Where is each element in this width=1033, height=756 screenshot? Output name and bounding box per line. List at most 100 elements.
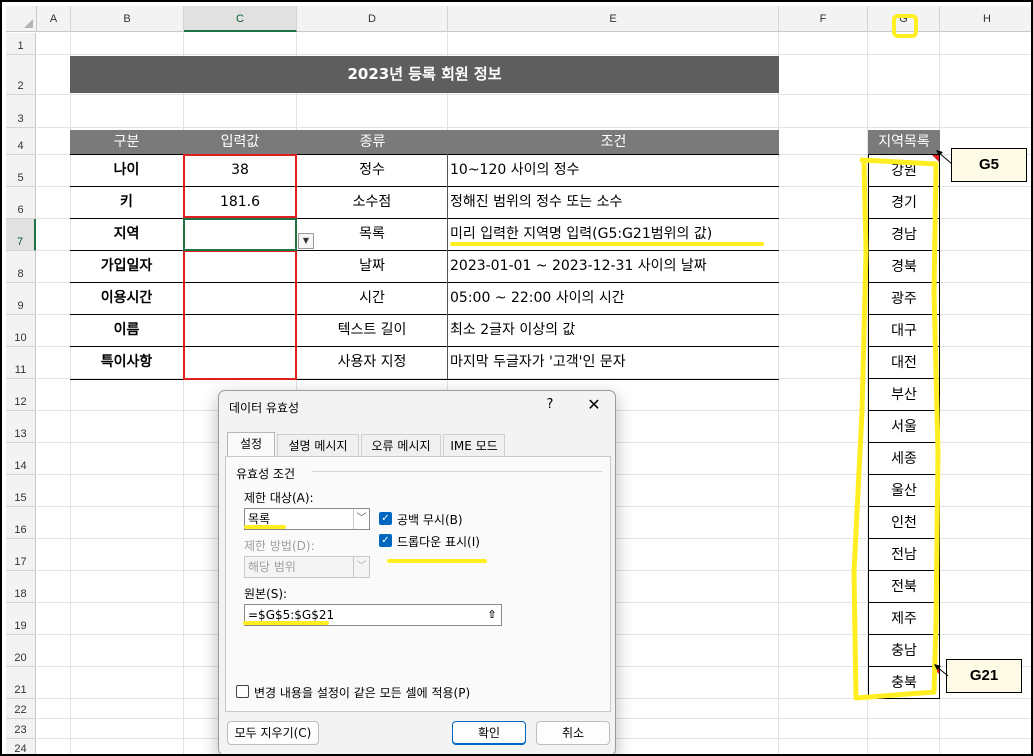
- select-all-corner[interactable]: [6, 6, 37, 32]
- sheet-title: 2023년 등록 회원 정보: [70, 56, 779, 93]
- type-cell: 날짜: [359, 258, 385, 274]
- cancel-button[interactable]: 취소: [536, 721, 610, 745]
- collapse-dialog-button[interactable]: ⇧: [482, 605, 502, 625]
- row-header[interactable]: 21: [6, 667, 36, 699]
- tab-error-message[interactable]: 오류 메시지: [361, 434, 441, 456]
- row-header[interactable]: 8: [6, 251, 36, 283]
- row-header[interactable]: 10: [6, 315, 36, 347]
- row-header[interactable]: 18: [6, 571, 36, 603]
- chevron-down-icon[interactable]: ﹀: [353, 509, 369, 529]
- source-value: =$G$5:$G$21: [248, 608, 335, 622]
- column-header-d[interactable]: D: [297, 6, 448, 32]
- header-condition: 조건: [448, 130, 779, 154]
- highlight-mark: [450, 242, 764, 246]
- row-header[interactable]: 24: [6, 739, 36, 754]
- row-header[interactable]: 22: [6, 699, 36, 719]
- condition-cell: 2023-01-01 ~ 2023-12-31 사이의 날짜: [450, 258, 707, 274]
- callout-pointer: [934, 664, 949, 677]
- header-input: 입력값: [183, 130, 297, 154]
- row-header[interactable]: 12: [6, 379, 36, 411]
- type-cell: 목록: [359, 226, 385, 242]
- highlight-scribble: [851, 157, 941, 701]
- callout-g5: G5: [951, 148, 1027, 182]
- ignore-blank-checkbox[interactable]: ✓: [379, 512, 392, 525]
- clear-all-button[interactable]: 모두 지우기(C): [227, 721, 319, 745]
- row-header[interactable]: 17: [6, 539, 36, 571]
- row-header[interactable]: 13: [6, 411, 36, 443]
- header-category: 구분: [70, 130, 183, 154]
- row-header[interactable]: 20: [6, 635, 36, 667]
- ignore-blank-label: 공백 무시(B): [397, 513, 463, 527]
- highlight-mark: [892, 14, 918, 38]
- condition-cell: 05:00 ~ 22:00 사이의 시간: [450, 290, 625, 306]
- apply-all-checkbox[interactable]: [236, 685, 249, 698]
- dialog-title: 데이터 유효성: [229, 401, 300, 415]
- row-header[interactable]: 1: [6, 33, 36, 55]
- red-box-upper: [183, 154, 297, 218]
- red-box-lower: [183, 250, 297, 380]
- condition-cell: 정해진 범위의 정수 또는 소수: [450, 194, 623, 210]
- highlight-mark: [387, 559, 487, 563]
- column-header-b[interactable]: B: [71, 6, 184, 32]
- row-header[interactable]: 2: [6, 55, 36, 95]
- dropdown-checkbox[interactable]: ✓: [379, 534, 392, 547]
- header-type: 종류: [297, 130, 448, 154]
- source-label: 원본(S):: [244, 587, 288, 601]
- row-label: 나이: [113, 162, 140, 178]
- cell-dropdown-button[interactable]: ▼: [298, 233, 314, 249]
- settings-panel: 유효성 조건 제한 대상(A): 목록 ﹀ ✓ 공백 무시(B) ✓ 드롭다운 …: [225, 456, 611, 712]
- type-cell: 소수점: [352, 194, 392, 210]
- condition-cell: 마지막 두글자가 '고객'인 문자: [450, 354, 626, 370]
- row-label: 이용시간: [100, 290, 153, 306]
- row-header[interactable]: 9: [6, 283, 36, 315]
- column-header-c[interactable]: C: [184, 6, 297, 32]
- row-header[interactable]: 19: [6, 603, 36, 635]
- column-header-f[interactable]: F: [779, 6, 868, 32]
- highlight-mark: [244, 525, 286, 529]
- data-value: 해당 범위: [248, 560, 296, 574]
- column-header-a[interactable]: A: [37, 6, 71, 32]
- row-header[interactable]: 11: [6, 347, 36, 379]
- chevron-down-icon: ﹀: [353, 557, 369, 577]
- type-cell: 정수: [359, 162, 385, 178]
- row-header[interactable]: 5: [6, 155, 36, 187]
- row-label: 가입일자: [100, 258, 153, 274]
- row-header[interactable]: 4: [6, 128, 36, 155]
- help-button[interactable]: ?: [543, 397, 557, 412]
- row-header[interactable]: 14: [6, 443, 36, 475]
- row-header[interactable]: 6: [6, 187, 36, 219]
- dropdown-label: 드롭다운 표시(I): [397, 535, 480, 549]
- data-validation-dialog: 데이터 유효성 ? ✕ 설정 설명 메시지 오류 메시지 IME 모드 유효성 …: [218, 390, 616, 754]
- allow-label: 제한 대상(A):: [244, 491, 314, 505]
- ok-button[interactable]: 확인: [452, 721, 526, 745]
- spreadsheet: A B C D E F G H 1 2 3 4 5 6 7 8 9 10 11 …: [0, 0, 1033, 756]
- type-cell: 시간: [359, 290, 385, 306]
- tab-settings[interactable]: 설정: [227, 432, 275, 456]
- row-header[interactable]: 7: [6, 219, 36, 251]
- data-label: 제한 방법(D):: [244, 539, 315, 553]
- active-cell[interactable]: [183, 218, 297, 251]
- data-select: 해당 범위 ﹀: [244, 556, 370, 578]
- tab-input-message[interactable]: 설명 메시지: [277, 434, 359, 456]
- row-header[interactable]: 15: [6, 475, 36, 507]
- section-label: 유효성 조건: [236, 467, 296, 481]
- type-cell: 사용자 지정: [337, 354, 407, 370]
- highlight-mark: [243, 621, 329, 625]
- column-header-h[interactable]: H: [940, 6, 1031, 32]
- callout-g21: G21: [946, 659, 1022, 693]
- row-header[interactable]: 23: [6, 719, 36, 739]
- close-button[interactable]: ✕: [585, 395, 603, 414]
- column-header-e[interactable]: E: [448, 6, 779, 32]
- row-header[interactable]: 3: [6, 95, 36, 128]
- row-label: 특이사항: [100, 354, 153, 370]
- type-cell: 텍스트 길이: [337, 322, 407, 338]
- condition-cell: 최소 2글자 이상의 값: [450, 322, 576, 338]
- allow-value: 목록: [248, 512, 271, 526]
- row-header[interactable]: 16: [6, 507, 36, 539]
- condition-cell: 10~120 사이의 정수: [450, 162, 580, 178]
- tab-ime-mode[interactable]: IME 모드: [443, 434, 505, 456]
- apply-all-label: 변경 내용을 설정이 같은 모든 셀에 적용(P): [254, 686, 471, 700]
- row-label: 이름: [113, 322, 140, 338]
- callout-pointer: [936, 150, 953, 165]
- row-label: 키: [120, 194, 133, 210]
